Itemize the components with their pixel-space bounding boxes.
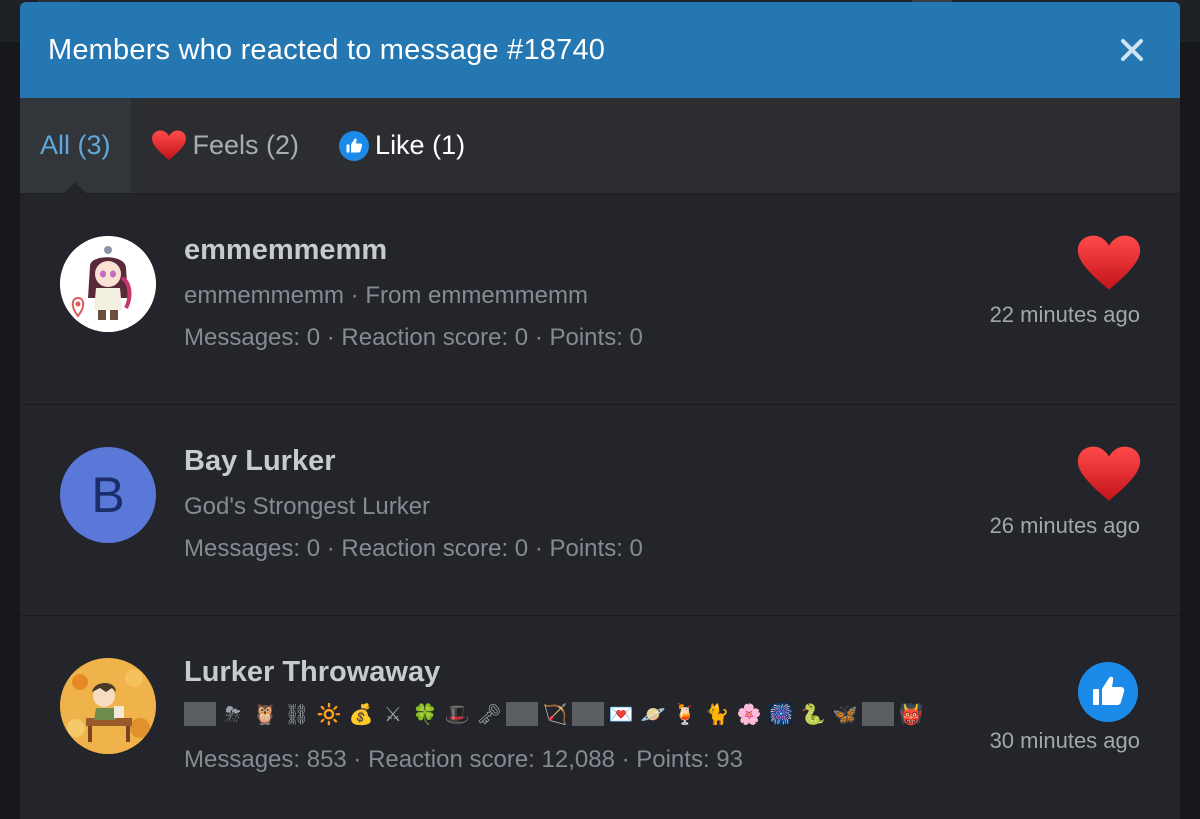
title-emoji: 🦉 [252, 702, 278, 726]
title-emoji: 🍹 [672, 702, 698, 726]
title-emoji: 💌 [608, 702, 634, 726]
tab-label: Like (1) [375, 130, 466, 160]
tab-label: All (3) [40, 130, 111, 160]
tab-all[interactable]: All (3) [20, 98, 131, 193]
title-emoji: 🪐 [640, 702, 666, 726]
reactions-dialog: Members who reacted to message #18740 Al… [20, 2, 1180, 819]
list-item[interactable]: Lurker Throwaway ⛈ 🦉 ⛓ 🔆 💰 ⚔ 🍀 🎩 🗝 🏹 💌 🪐 🍹 🐈 🌸 🎆 🐍 🦋 👹 Mes… [20, 616, 1180, 819]
title-emoji: 🏹 [542, 702, 568, 726]
title-emoji: ⛓ [284, 702, 310, 726]
avatar-letter: B [91, 467, 125, 523]
title-emoji: 💰 [348, 702, 374, 726]
title-emoji: 👹 [898, 702, 924, 726]
title-emoji: 🐈 [704, 702, 730, 726]
member-list: emmemmemm emmemmemm · From emmemmemm Mes… [20, 194, 1180, 819]
list-item[interactable]: emmemmemm emmemmemm · From emmemmemm Mes… [20, 194, 1180, 405]
emoji-placeholder [506, 702, 538, 726]
member-name[interactable]: Lurker Throwaway [184, 656, 440, 689]
member-stats: Messages: 853 · Reaction score: 12,088 ·… [184, 746, 743, 773]
reaction-time: 22 minutes ago [989, 302, 1140, 327]
tab-like[interactable]: Like (1) [319, 98, 485, 193]
heart-icon [151, 130, 187, 162]
member-subtitle: God's Strongest Lurker [184, 493, 431, 520]
title-emoji: 🔆 [316, 702, 342, 726]
member-stats: Messages: 0 · Reaction score: 0 · Points… [184, 324, 643, 351]
heart-icon [1076, 234, 1142, 299]
thumbs-up-icon [339, 130, 370, 161]
title-emoji: 🐍 [800, 702, 826, 726]
title-emoji: 🎩 [444, 702, 470, 726]
member-subtitle: emmemmemm · From emmemmemm [184, 282, 588, 309]
member-title-emojis: ⛈ 🦉 ⛓ 🔆 💰 ⚔ 🍀 🎩 🗝 🏹 💌 🪐 🍹 🐈 🌸 🎆 🐍 🦋 👹 [184, 702, 926, 726]
avatar[interactable]: B [60, 447, 156, 543]
title-emoji: 🌸 [736, 702, 762, 726]
tab-label: Feels (2) [192, 130, 300, 160]
title-emoji: ⚔ [384, 702, 402, 726]
close-icon [1121, 39, 1143, 61]
title-emoji: 🍀 [412, 702, 438, 726]
member-name[interactable]: Bay Lurker [184, 445, 336, 478]
dialog-header: Members who reacted to message #18740 [20, 2, 1180, 98]
title-emoji: 🗝 [476, 702, 502, 726]
emoji-placeholder [862, 702, 894, 726]
thumbs-up-icon [1078, 662, 1138, 727]
reaction-time: 30 minutes ago [989, 728, 1140, 753]
reaction-time: 26 minutes ago [989, 513, 1140, 538]
emoji-placeholder [572, 702, 604, 726]
close-button[interactable] [1112, 30, 1152, 70]
title-emoji: 🦋 [832, 702, 858, 726]
tab-feels[interactable]: Feels (2) [131, 98, 320, 193]
member-name[interactable]: emmemmemm [184, 234, 387, 267]
title-emoji: ⛈ [225, 702, 241, 726]
emoji-placeholder [184, 702, 216, 726]
avatar[interactable] [60, 658, 156, 754]
list-item[interactable]: B Bay Lurker God's Strongest Lurker Mess… [20, 405, 1180, 616]
heart-icon [1076, 445, 1142, 510]
avatar[interactable] [60, 236, 156, 332]
dialog-title: Members who reacted to message #18740 [48, 33, 606, 66]
title-emoji: 🎆 [768, 702, 794, 726]
reaction-tabs: All (3) Feels (2) Like (1) [20, 98, 1180, 194]
member-stats: Messages: 0 · Reaction score: 0 · Points… [184, 535, 643, 562]
